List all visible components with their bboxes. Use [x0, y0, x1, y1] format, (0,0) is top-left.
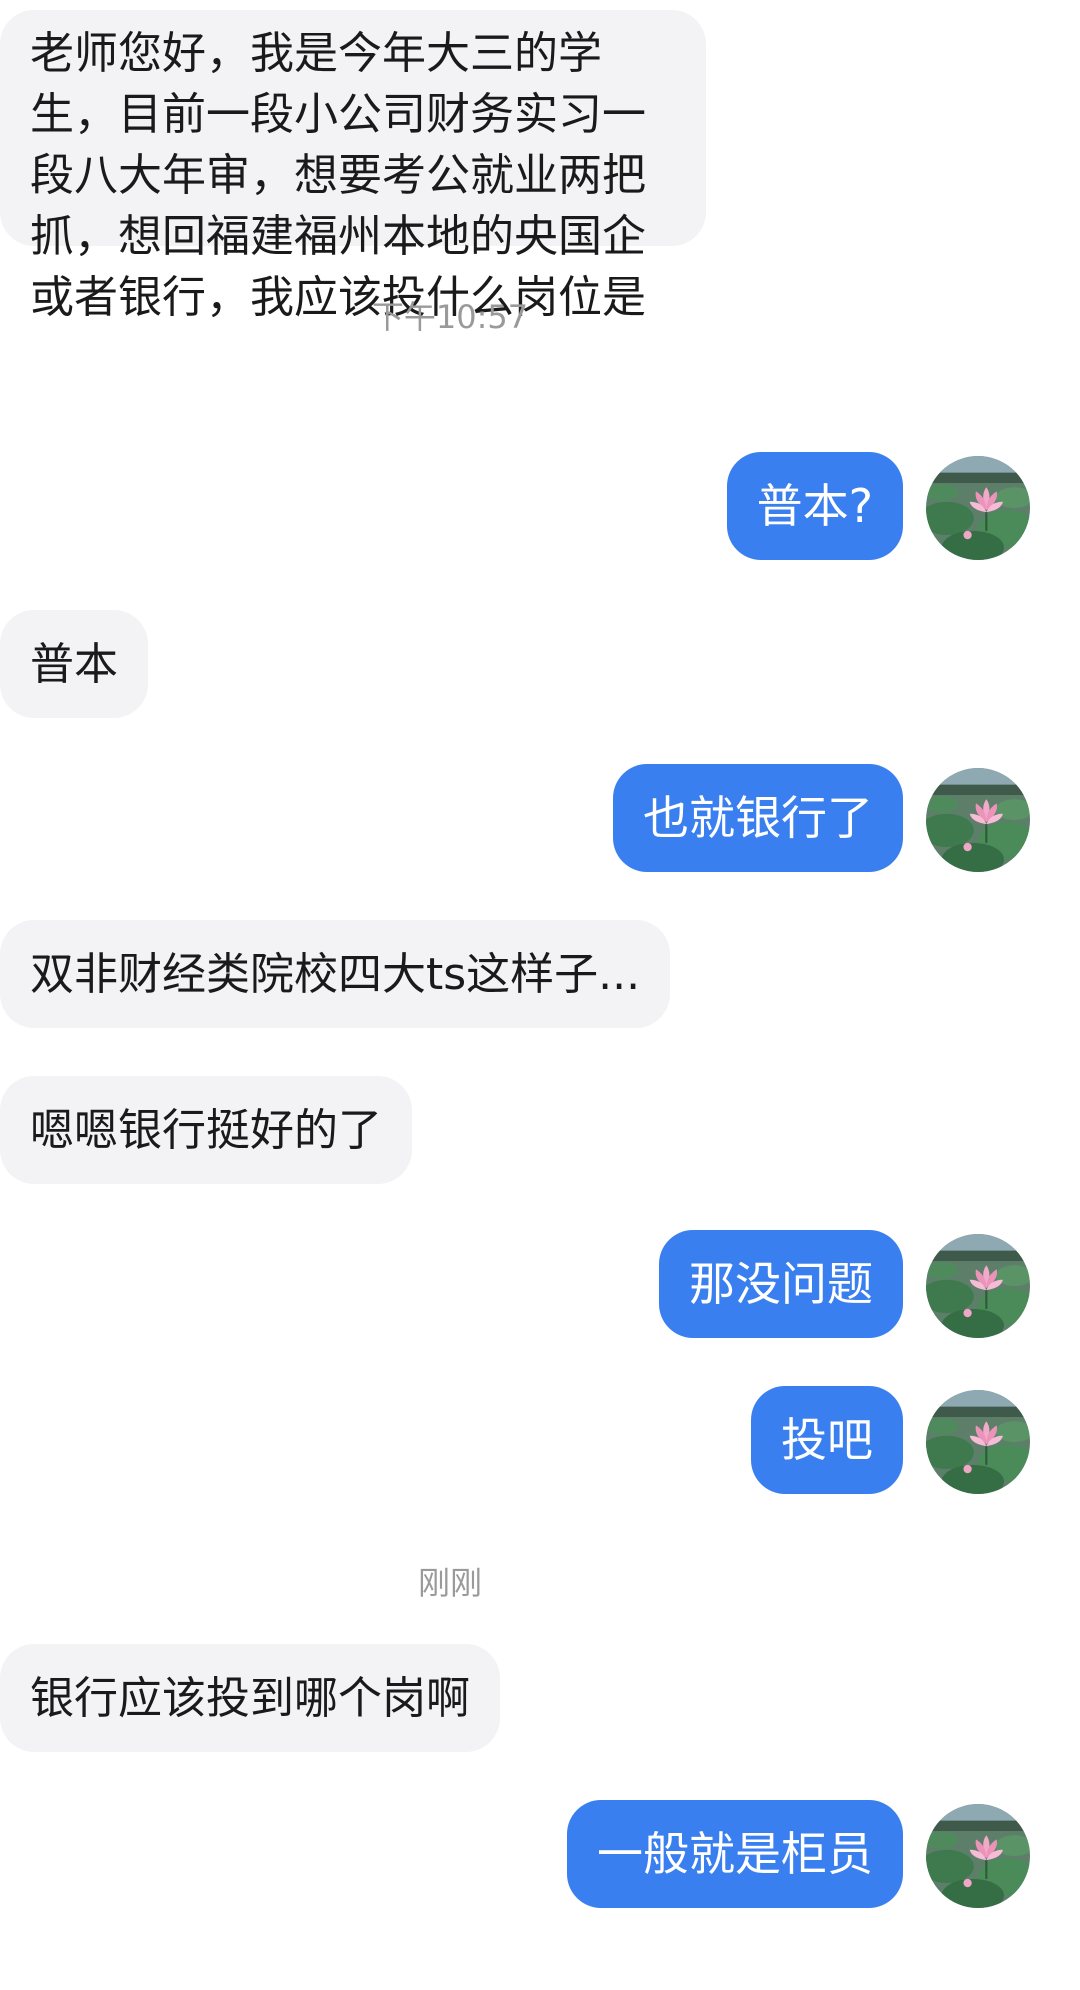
lotus-pond-avatar-icon	[926, 1804, 1030, 1908]
outgoing-message-bubble[interactable]: 那没问题	[659, 1230, 903, 1338]
message-text: 也就银行了	[643, 790, 873, 845]
message-text: 投吧	[781, 1412, 873, 1467]
message-text: 那没问题	[689, 1256, 873, 1311]
outgoing-message-bubble[interactable]: 一般就是柜员	[567, 1800, 903, 1908]
message-text: 普本?	[756, 478, 873, 533]
incoming-message-bubble[interactable]: 老师您好，我是今年大三的学生，目前一段小公司财务实习一段八大年审，想要考公就业两…	[0, 10, 706, 323]
outgoing-message-bubble[interactable]: 也就银行了	[613, 764, 903, 872]
user-avatar[interactable]	[926, 1390, 1030, 1494]
message-text: 普本	[30, 638, 118, 690]
outgoing-message-bubble[interactable]: 投吧	[751, 1386, 903, 1494]
lotus-pond-avatar-icon	[926, 1390, 1030, 1494]
incoming-message-bubble[interactable]: 普本	[0, 610, 148, 718]
incoming-message-bubble[interactable]: 嗯嗯银行挺好的了	[0, 1076, 412, 1184]
message-text: 双非财经类院校四大ts这样子...	[30, 948, 641, 1000]
user-avatar[interactable]	[926, 1234, 1030, 1338]
message-text: 银行应该投到哪个岗啊	[30, 1672, 470, 1724]
message-text: 老师您好，我是今年大三的学生，目前一段小公司财务实习一段八大年审，想要考公就业两…	[30, 28, 646, 323]
lotus-pond-avatar-icon	[926, 768, 1030, 872]
lotus-pond-avatar-icon	[926, 1234, 1030, 1338]
message-text: 嗯嗯银行挺好的了	[30, 1104, 382, 1156]
message-text: 一般就是柜员	[597, 1826, 873, 1881]
user-avatar[interactable]	[926, 456, 1030, 560]
user-avatar[interactable]	[926, 768, 1030, 872]
incoming-message-bubble[interactable]: 银行应该投到哪个岗啊	[0, 1644, 500, 1752]
user-avatar[interactable]	[926, 1804, 1030, 1908]
outgoing-message-bubble[interactable]: 普本?	[726, 452, 903, 560]
chat-timestamp: 刚刚	[417, 1564, 482, 1602]
chat-timestamp: 下午10:57	[371, 298, 529, 336]
incoming-message-bubble[interactable]: 双非财经类院校四大ts这样子...	[0, 920, 671, 1028]
lotus-pond-avatar-icon	[926, 456, 1030, 560]
